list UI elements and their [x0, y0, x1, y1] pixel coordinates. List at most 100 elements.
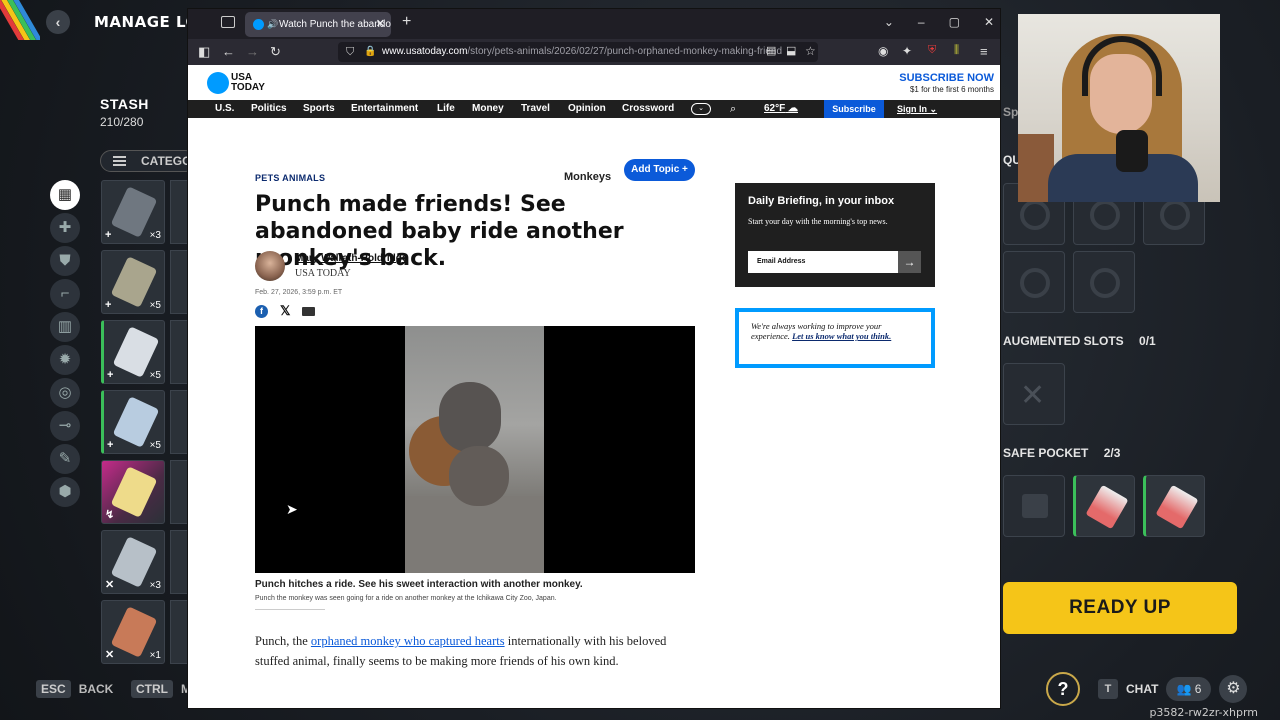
back-arrow-icon[interactable]: ‹ [46, 10, 70, 34]
topic-label[interactable]: PETS ANIMALS [255, 173, 325, 183]
explosive-icon[interactable]: ✹ [50, 345, 80, 375]
wrench-icon[interactable]: ✎ [50, 444, 80, 474]
slot-action-badge: + [107, 439, 114, 451]
sign-in-link[interactable]: Sign In ⌄ [897, 100, 937, 118]
stash-slot[interactable] [170, 250, 188, 314]
email-icon[interactable] [302, 306, 316, 316]
nav-travel[interactable]: Travel [521, 100, 550, 118]
close-window-icon[interactable]: ✕ [984, 15, 994, 29]
subscribe-button[interactable]: Subscribe [824, 100, 884, 118]
tab-title: Watch Punch the abandone [279, 19, 391, 30]
stash-slot[interactable]: + ×5 [101, 250, 165, 314]
safe-pocket-slot[interactable] [1143, 475, 1205, 537]
esc-hint[interactable]: ESC BACK [36, 680, 113, 698]
quick-slot[interactable] [1073, 251, 1135, 313]
video-frame [405, 326, 544, 573]
usatoday-logo-text[interactable]: USA TODAY [231, 73, 265, 93]
augment-slot[interactable]: ✕ [1003, 363, 1065, 425]
sidebar-toggle-icon[interactable]: ◧ [198, 44, 210, 60]
help-icon[interactable]: ? [1046, 672, 1080, 706]
shield-icon[interactable]: ⛊ [50, 246, 80, 276]
cube-icon[interactable]: ⬢ [50, 477, 80, 507]
stash-slot[interactable] [170, 390, 188, 454]
ready-up-button[interactable]: READY UP [1003, 582, 1237, 634]
party-button[interactable]: 👥 6 [1166, 677, 1212, 701]
equalizer-icon[interactable]: ⫼ [954, 44, 959, 57]
stash-slot[interactable]: + ×3 [101, 180, 165, 244]
chevron-down-icon[interactable]: ⌄ [884, 15, 894, 29]
stash-slot[interactable]: ✕ ×3 [101, 530, 165, 594]
stash-slot[interactable] [170, 460, 188, 524]
quick-slot[interactable] [1003, 251, 1065, 313]
orphaned-monkey-link[interactable]: orphaned monkey who captured hearts [311, 634, 505, 648]
ctrl-hint[interactable]: CTRL M [131, 680, 191, 698]
address-bar[interactable]: ⛉ 🔒 www.usatoday.com/story/pets-animals/… [338, 42, 818, 62]
submit-arrow-icon[interactable]: → [898, 251, 921, 273]
nav-us[interactable]: U.S. [215, 100, 234, 118]
stash-slot[interactable]: + ×5 [101, 320, 165, 384]
bandage-icon[interactable]: ✚ [50, 213, 80, 243]
maximize-icon[interactable]: ▢ [949, 15, 960, 29]
speaker-icon[interactable]: 🔊 [267, 12, 278, 37]
gear-icon[interactable]: ⚙ [1219, 675, 1248, 703]
forward-icon[interactable]: → [246, 44, 259, 59]
stash-slot[interactable] [170, 180, 188, 244]
feedback-link[interactable]: Let us know what you think. [792, 331, 891, 341]
chevron-down-icon: ⌄ [929, 104, 938, 114]
video-ground [405, 496, 544, 573]
save-page-icon[interactable]: ⬓ [786, 44, 796, 57]
video-player[interactable] [255, 326, 695, 573]
stash-slot[interactable]: ↯ [101, 460, 165, 524]
author-name[interactable]: Mary Walrath-Holdridge [295, 253, 407, 264]
stash-slot[interactable] [170, 600, 188, 664]
facebook-icon[interactable]: f [255, 304, 268, 318]
stash-item-qty: ×3 [149, 580, 161, 591]
nav-entertainment[interactable]: Entertainment [351, 100, 418, 118]
stash-slot[interactable]: + ×5 [101, 390, 165, 454]
new-tab-icon[interactable]: + [402, 13, 411, 31]
empty-slot-icon [1090, 268, 1120, 298]
nav-money[interactable]: Money [472, 100, 504, 118]
close-tab-icon[interactable]: ✕ [376, 12, 385, 37]
books-icon[interactable]: ▥ [50, 312, 80, 342]
tracking-shield-icon[interactable]: ⛉ [346, 42, 354, 62]
category-filter-button[interactable]: CATEGO [100, 150, 196, 172]
nav-life[interactable]: Life [437, 100, 455, 118]
topic-link[interactable]: Monkeys [564, 171, 611, 183]
nav-politics[interactable]: Politics [251, 100, 287, 118]
add-topic-button[interactable]: Add Topic + [624, 159, 695, 181]
reader-view-icon[interactable]: ▤ [766, 44, 776, 57]
tab-overview-icon[interactable] [221, 16, 235, 28]
weather-link[interactable]: 62°F ☁ [764, 100, 798, 118]
search-icon[interactable]: ⌕ [730, 100, 736, 118]
ublock-icon[interactable]: ⛨ [928, 44, 936, 57]
usatoday-logo-icon[interactable] [207, 72, 229, 94]
stash-slot[interactable] [170, 530, 188, 594]
nav-opinion[interactable]: Opinion [568, 100, 606, 118]
nav-sports[interactable]: Sports [303, 100, 335, 118]
x-twitter-icon[interactable]: 𝕏 [280, 303, 290, 319]
menu-icon[interactable]: ≡ [980, 44, 988, 59]
more-menu-icon[interactable]: ⌄ [691, 103, 711, 115]
subscribe-now-link[interactable]: SUBSCRIBE NOW [899, 72, 994, 84]
bookmark-star-icon[interactable]: ☆ [805, 44, 816, 58]
ring-icon[interactable]: ◎ [50, 378, 80, 408]
scope-icon[interactable]: ⊸ [50, 411, 80, 441]
gun-icon[interactable]: ⌐ [50, 279, 80, 309]
email-input[interactable]: Email Address [748, 251, 898, 273]
lock-icon[interactable]: 🔒 [364, 42, 376, 62]
nav-crossword[interactable]: Crossword [622, 100, 674, 118]
minimize-icon[interactable]: – [918, 15, 925, 29]
video-caption-title: Punch hitches a ride. See his sweet inte… [255, 579, 583, 590]
back-icon[interactable]: ← [222, 44, 235, 59]
reload-icon[interactable]: ↻ [270, 44, 281, 60]
safe-pocket-slot[interactable] [1003, 475, 1065, 537]
extensions-icon[interactable]: ✦ [902, 44, 912, 58]
safe-pocket-slot[interactable] [1073, 475, 1135, 537]
stash-slot[interactable] [170, 320, 188, 384]
account-icon[interactable]: ◉ [878, 44, 888, 58]
chat-label[interactable]: CHAT [1126, 682, 1158, 696]
stash-slot[interactable]: ✕ ×1 [101, 600, 165, 664]
grid-icon[interactable]: ▦ [50, 180, 80, 210]
tab-active[interactable]: 🔊 Watch Punch the abandone ✕ [245, 12, 391, 37]
